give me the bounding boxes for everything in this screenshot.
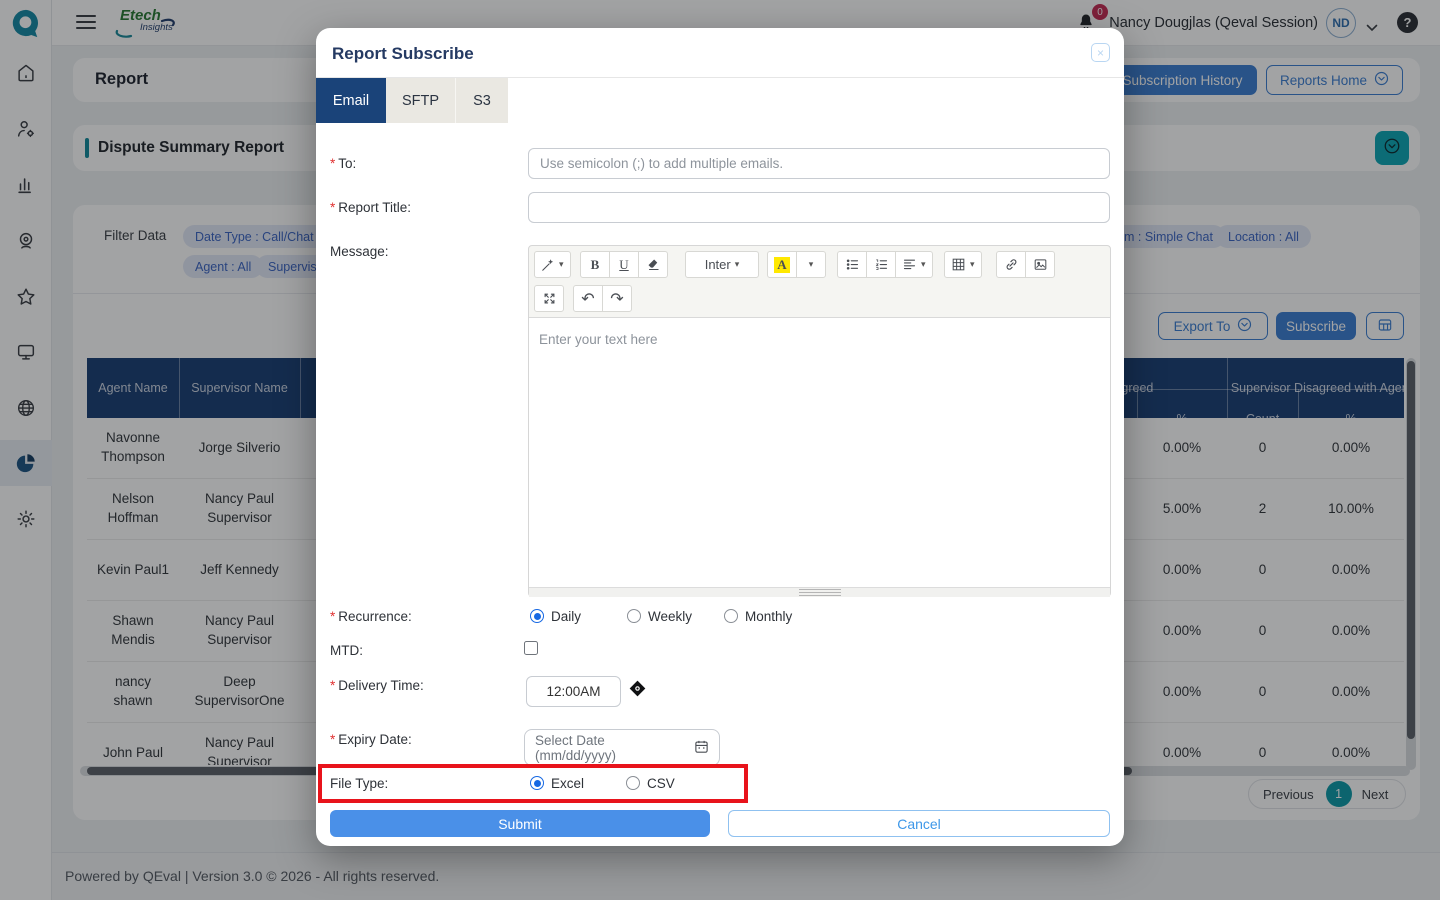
redo-icon[interactable]: ↷ — [602, 285, 632, 312]
editor-resize-handle[interactable] — [529, 587, 1110, 597]
magic-style-button[interactable]: ▾ — [534, 251, 571, 278]
unordered-list-icon[interactable] — [837, 251, 867, 278]
radio-excel[interactable] — [530, 776, 544, 790]
to-label: *To: — [330, 156, 356, 171]
font-color-dropdown[interactable]: ▾ — [796, 251, 826, 278]
radio-daily[interactable] — [530, 609, 544, 623]
calendar-icon — [694, 739, 709, 757]
required-marker: * — [330, 732, 335, 747]
eraser-icon[interactable] — [638, 251, 668, 278]
file-type-label: File Type: — [330, 776, 388, 791]
delivery-time-input[interactable] — [526, 676, 621, 707]
link-icon[interactable] — [996, 251, 1026, 278]
radio-csv[interactable] — [626, 776, 640, 790]
expiry-date-label: *Expiry Date: — [330, 732, 412, 747]
bold-button[interactable]: B — [580, 251, 610, 278]
report-subscribe-modal: Report Subscribe × Email SFTP S3 *To: *R… — [316, 28, 1124, 846]
time-spinner-icon[interactable] — [629, 680, 646, 702]
submit-button[interactable]: Submit — [330, 810, 710, 837]
ordered-list-icon[interactable] — [866, 251, 896, 278]
fullscreen-icon[interactable] — [534, 285, 564, 312]
report-title-label: *Report Title: — [330, 200, 411, 215]
required-marker: * — [330, 678, 335, 693]
required-marker: * — [330, 609, 335, 624]
to-input[interactable] — [528, 148, 1110, 179]
tab-s3[interactable]: S3 — [456, 78, 508, 123]
app-root: Etech Insights 0 Nancy Dougjlas (Qeval S… — [0, 0, 1440, 900]
required-marker: * — [330, 200, 335, 215]
radio-daily-label[interactable]: Daily — [551, 609, 581, 624]
font-family-dropdown[interactable]: Inter▾ — [685, 251, 759, 278]
close-icon[interactable]: × — [1091, 43, 1110, 62]
mtd-checkbox[interactable] — [524, 641, 538, 655]
required-marker: * — [330, 156, 335, 171]
recurrence-label: *Recurrence: — [330, 609, 412, 624]
radio-weekly-label[interactable]: Weekly — [648, 609, 692, 624]
mtd-label: MTD: — [330, 643, 363, 658]
radio-weekly[interactable] — [627, 609, 641, 623]
radio-monthly-label[interactable]: Monthly — [745, 609, 792, 624]
message-placeholder: Enter your text here — [539, 332, 658, 347]
message-editor-body[interactable]: Enter your text here — [529, 317, 1110, 587]
font-color-button[interactable]: A — [767, 251, 797, 278]
underline-button[interactable]: U — [609, 251, 639, 278]
expiry-date-placeholder: Select Date (mm/dd/yyyy) — [535, 733, 689, 763]
delivery-time-label: *Delivery Time: — [330, 678, 424, 693]
radio-csv-label[interactable]: CSV — [647, 776, 675, 791]
table-insert-dropdown[interactable]: ▾ — [944, 251, 982, 278]
expiry-date-input[interactable]: Select Date (mm/dd/yyyy) — [524, 729, 720, 766]
undo-icon[interactable]: ↶ — [573, 285, 603, 312]
paragraph-align-dropdown[interactable]: ▾ — [895, 251, 933, 278]
image-icon[interactable] — [1025, 251, 1055, 278]
report-title-input[interactable] — [528, 192, 1110, 223]
tab-email[interactable]: Email — [316, 78, 386, 123]
radio-monthly[interactable] — [724, 609, 738, 623]
radio-excel-label[interactable]: Excel — [551, 776, 584, 791]
rich-text-editor: ▾ B U Inter▾ A ▾ ▾ ▾ — [528, 245, 1111, 597]
tab-sftp[interactable]: SFTP — [386, 78, 456, 123]
cancel-button[interactable]: Cancel — [728, 810, 1110, 837]
modal-title: Report Subscribe — [332, 44, 474, 64]
message-label: Message: — [330, 244, 389, 259]
